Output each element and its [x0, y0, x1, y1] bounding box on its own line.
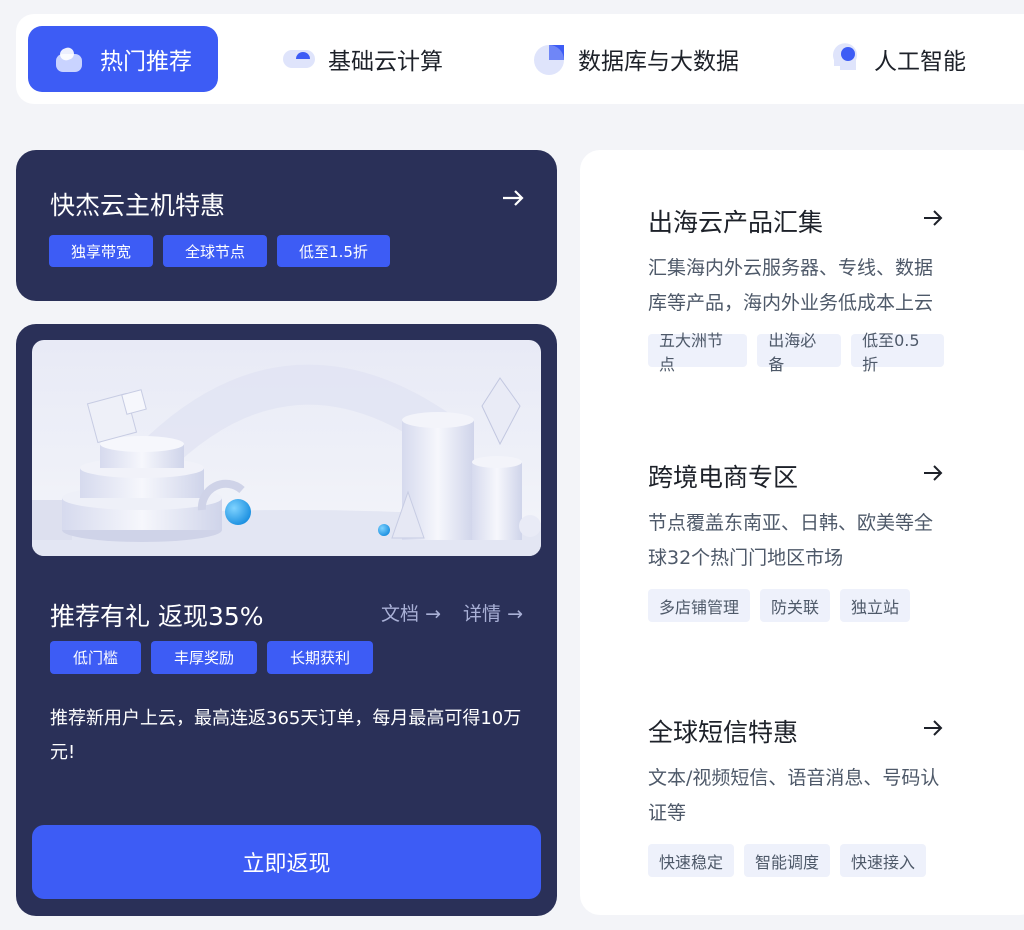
- product-item[interactable]: 出海云产品汇集 汇集海内外云服务器、专线、数据库等产品，海内外业务低成本上云 五…: [648, 203, 944, 374]
- product-tags: 快速稳定 智能调度 快速接入: [648, 844, 944, 877]
- promo-title: 快杰云主机特惠: [50, 191, 226, 220]
- product-title: 全球短信特惠: [648, 718, 799, 747]
- promo-banner-image: [32, 340, 541, 556]
- product-title: 跨境电商专区: [648, 463, 799, 492]
- tag: 快速稳定: [648, 844, 735, 877]
- tag: 独享带宽: [49, 235, 154, 267]
- product-description: 文本/视频短信、语音消息、号码认证等: [648, 767, 940, 824]
- promo-links: 文档 → 详情 →: [381, 599, 523, 626]
- tag: 低至1.5折: [277, 235, 390, 267]
- promo-description: 推荐新用户上云，最高连返365天订单，每月最高可得10万元!: [50, 708, 522, 763]
- arrow-right-icon[interactable]: [922, 719, 944, 741]
- tab-label: 人工智能: [874, 49, 966, 75]
- arrow-right-icon[interactable]: [501, 188, 525, 212]
- tab-cloud-computing[interactable]: 基础云计算: [282, 26, 443, 92]
- tag: 长期获利: [267, 641, 374, 674]
- cashback-button[interactable]: 立即返现: [32, 825, 541, 899]
- product-list-panel: 出海云产品汇集 汇集海内外云服务器、专线、数据库等产品，海内外业务低成本上云 五…: [580, 150, 1024, 915]
- product-item[interactable]: 全球短信特惠 文本/视频短信、语音消息、号码认证等 快速稳定 智能调度 快速接入: [648, 713, 944, 877]
- tab-label: 基础云计算: [328, 49, 443, 75]
- product-item[interactable]: 跨境电商专区 节点覆盖东南亚、日韩、欧美等全球32个热门门地区市场 多店铺管理 …: [648, 458, 944, 622]
- tab-label: 数据库与大数据: [578, 49, 739, 75]
- database-icon: [532, 42, 566, 76]
- product-tags: 五大洲节点 出海必备 低至0.5折: [648, 331, 944, 374]
- tag: 防关联: [760, 589, 831, 622]
- arrow-right-icon[interactable]: [922, 209, 944, 231]
- promo-tags: 低门槛 丰厚奖励 长期获利: [50, 641, 374, 674]
- promo-title: 推荐有礼 返现35%: [50, 602, 264, 631]
- tag: 丰厚奖励: [151, 641, 258, 674]
- tab-hot-recommend[interactable]: 热门推荐: [28, 26, 218, 92]
- category-tab-bar: 热门推荐 基础云计算 数据库与大数据 人工智能: [16, 14, 1024, 104]
- tag: 低至0.5折: [851, 331, 944, 374]
- ai-icon: [828, 42, 862, 76]
- tag: 快速接入: [840, 844, 927, 877]
- promo-card-referral: 推荐有礼 返现35% 文档 → 详情 → 低门槛 丰厚奖励 长期获利 推荐新用户…: [16, 324, 557, 916]
- arrow-right-icon[interactable]: [922, 464, 944, 486]
- tab-database[interactable]: 数据库与大数据: [532, 26, 739, 92]
- tag: 智能调度: [744, 844, 831, 877]
- promo-card-host[interactable]: 快杰云主机特惠 独享带宽 全球节点 低至1.5折: [16, 150, 557, 301]
- tag: 独立站: [840, 589, 911, 622]
- details-link[interactable]: 详情 →: [463, 599, 523, 626]
- product-title: 出海云产品汇集: [648, 208, 824, 237]
- tag: 多店铺管理: [648, 589, 751, 622]
- tab-label: 热门推荐: [100, 49, 192, 75]
- page: 热门推荐 基础云计算 数据库与大数据 人工智能 快杰云主机特惠 独享带宽 全球节…: [0, 0, 1024, 930]
- product-tags: 多店铺管理 防关联 独立站: [648, 589, 944, 622]
- product-description: 节点覆盖东南亚、日韩、欧美等全球32个热门门地区市场: [648, 512, 934, 569]
- tag: 低门槛: [50, 641, 142, 674]
- tag: 全球节点: [163, 235, 268, 267]
- product-description: 汇集海内外云服务器、专线、数据库等产品，海内外业务低成本上云: [648, 257, 934, 314]
- tag: 出海必备: [757, 331, 842, 374]
- cloud-computing-icon: [282, 44, 316, 74]
- hot-recommend-icon: [54, 44, 88, 74]
- tab-ai[interactable]: 人工智能: [828, 26, 966, 92]
- tag: 五大洲节点: [648, 331, 748, 374]
- promo-tags: 独享带宽 全球节点 低至1.5折: [49, 235, 390, 267]
- docs-link[interactable]: 文档 →: [381, 599, 441, 626]
